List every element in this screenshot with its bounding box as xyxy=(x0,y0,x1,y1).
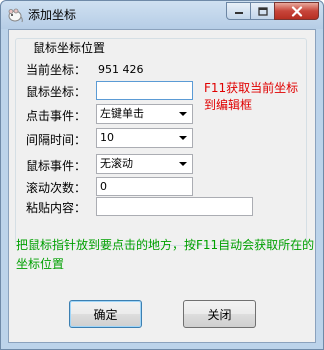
mouse-coord-label: 鼠标坐标： xyxy=(26,85,87,99)
f11-hint-line1: F11获取当前坐标 xyxy=(204,81,299,95)
interval-value: 10 xyxy=(100,131,114,144)
mouse-event-value: 无滚动 xyxy=(100,157,133,170)
window-title: 添加坐标 xyxy=(28,8,77,22)
paste-content-label: 粘贴内容： xyxy=(26,201,87,215)
interval-label: 间隔时间： xyxy=(26,133,87,147)
dialog-window: 添加坐标 鼠标坐标位置 当前坐标： 951 426 鼠标坐标： 点击事件： 左键… xyxy=(0,0,324,350)
mouse-coord-input[interactable] xyxy=(96,81,193,100)
mouse-event-label: 鼠标事件： xyxy=(26,159,87,173)
f11-hint-line2: 到编辑框 xyxy=(204,98,253,112)
ok-button[interactable]: 确定 xyxy=(69,300,142,328)
click-event-value: 左键单击 xyxy=(100,107,144,120)
click-event-select[interactable]: 左键单击 xyxy=(96,104,193,124)
paste-content-input[interactable] xyxy=(96,197,253,216)
mouse-event-select[interactable]: 无滚动 xyxy=(96,154,193,174)
close-icon xyxy=(291,5,302,17)
maximize-button[interactable] xyxy=(250,2,275,20)
title-bar[interactable]: 添加坐标 xyxy=(1,1,323,29)
chevron-down-icon xyxy=(179,136,187,140)
chevron-down-icon xyxy=(179,112,187,116)
mouse-icon xyxy=(7,7,23,23)
scroll-count-input[interactable] xyxy=(96,177,193,196)
minimize-icon xyxy=(234,12,243,14)
instruction-line1: 把鼠标指针放到要点击的地方，按F11自动会获取所在的 xyxy=(16,238,315,252)
chevron-down-icon xyxy=(179,162,187,166)
interval-select[interactable]: 10 xyxy=(96,128,193,148)
minimize-button[interactable] xyxy=(226,2,251,20)
close-button[interactable] xyxy=(274,2,319,20)
maximize-icon xyxy=(257,6,268,16)
scroll-count-label: 滚动次数： xyxy=(26,181,87,195)
groupbox-legend: 鼠标坐标位置 xyxy=(30,41,109,55)
current-coord-label: 当前坐标： xyxy=(26,63,87,77)
instruction-line2: 坐标位置 xyxy=(16,257,65,271)
close-dialog-button[interactable]: 关闭 xyxy=(183,300,256,328)
current-coord-value: 951 426 xyxy=(98,63,144,76)
click-event-label: 点击事件： xyxy=(26,109,87,123)
dialog-client-area: 鼠标坐标位置 当前坐标： 951 426 鼠标坐标： 点击事件： 左键单击 间隔… xyxy=(8,29,316,343)
